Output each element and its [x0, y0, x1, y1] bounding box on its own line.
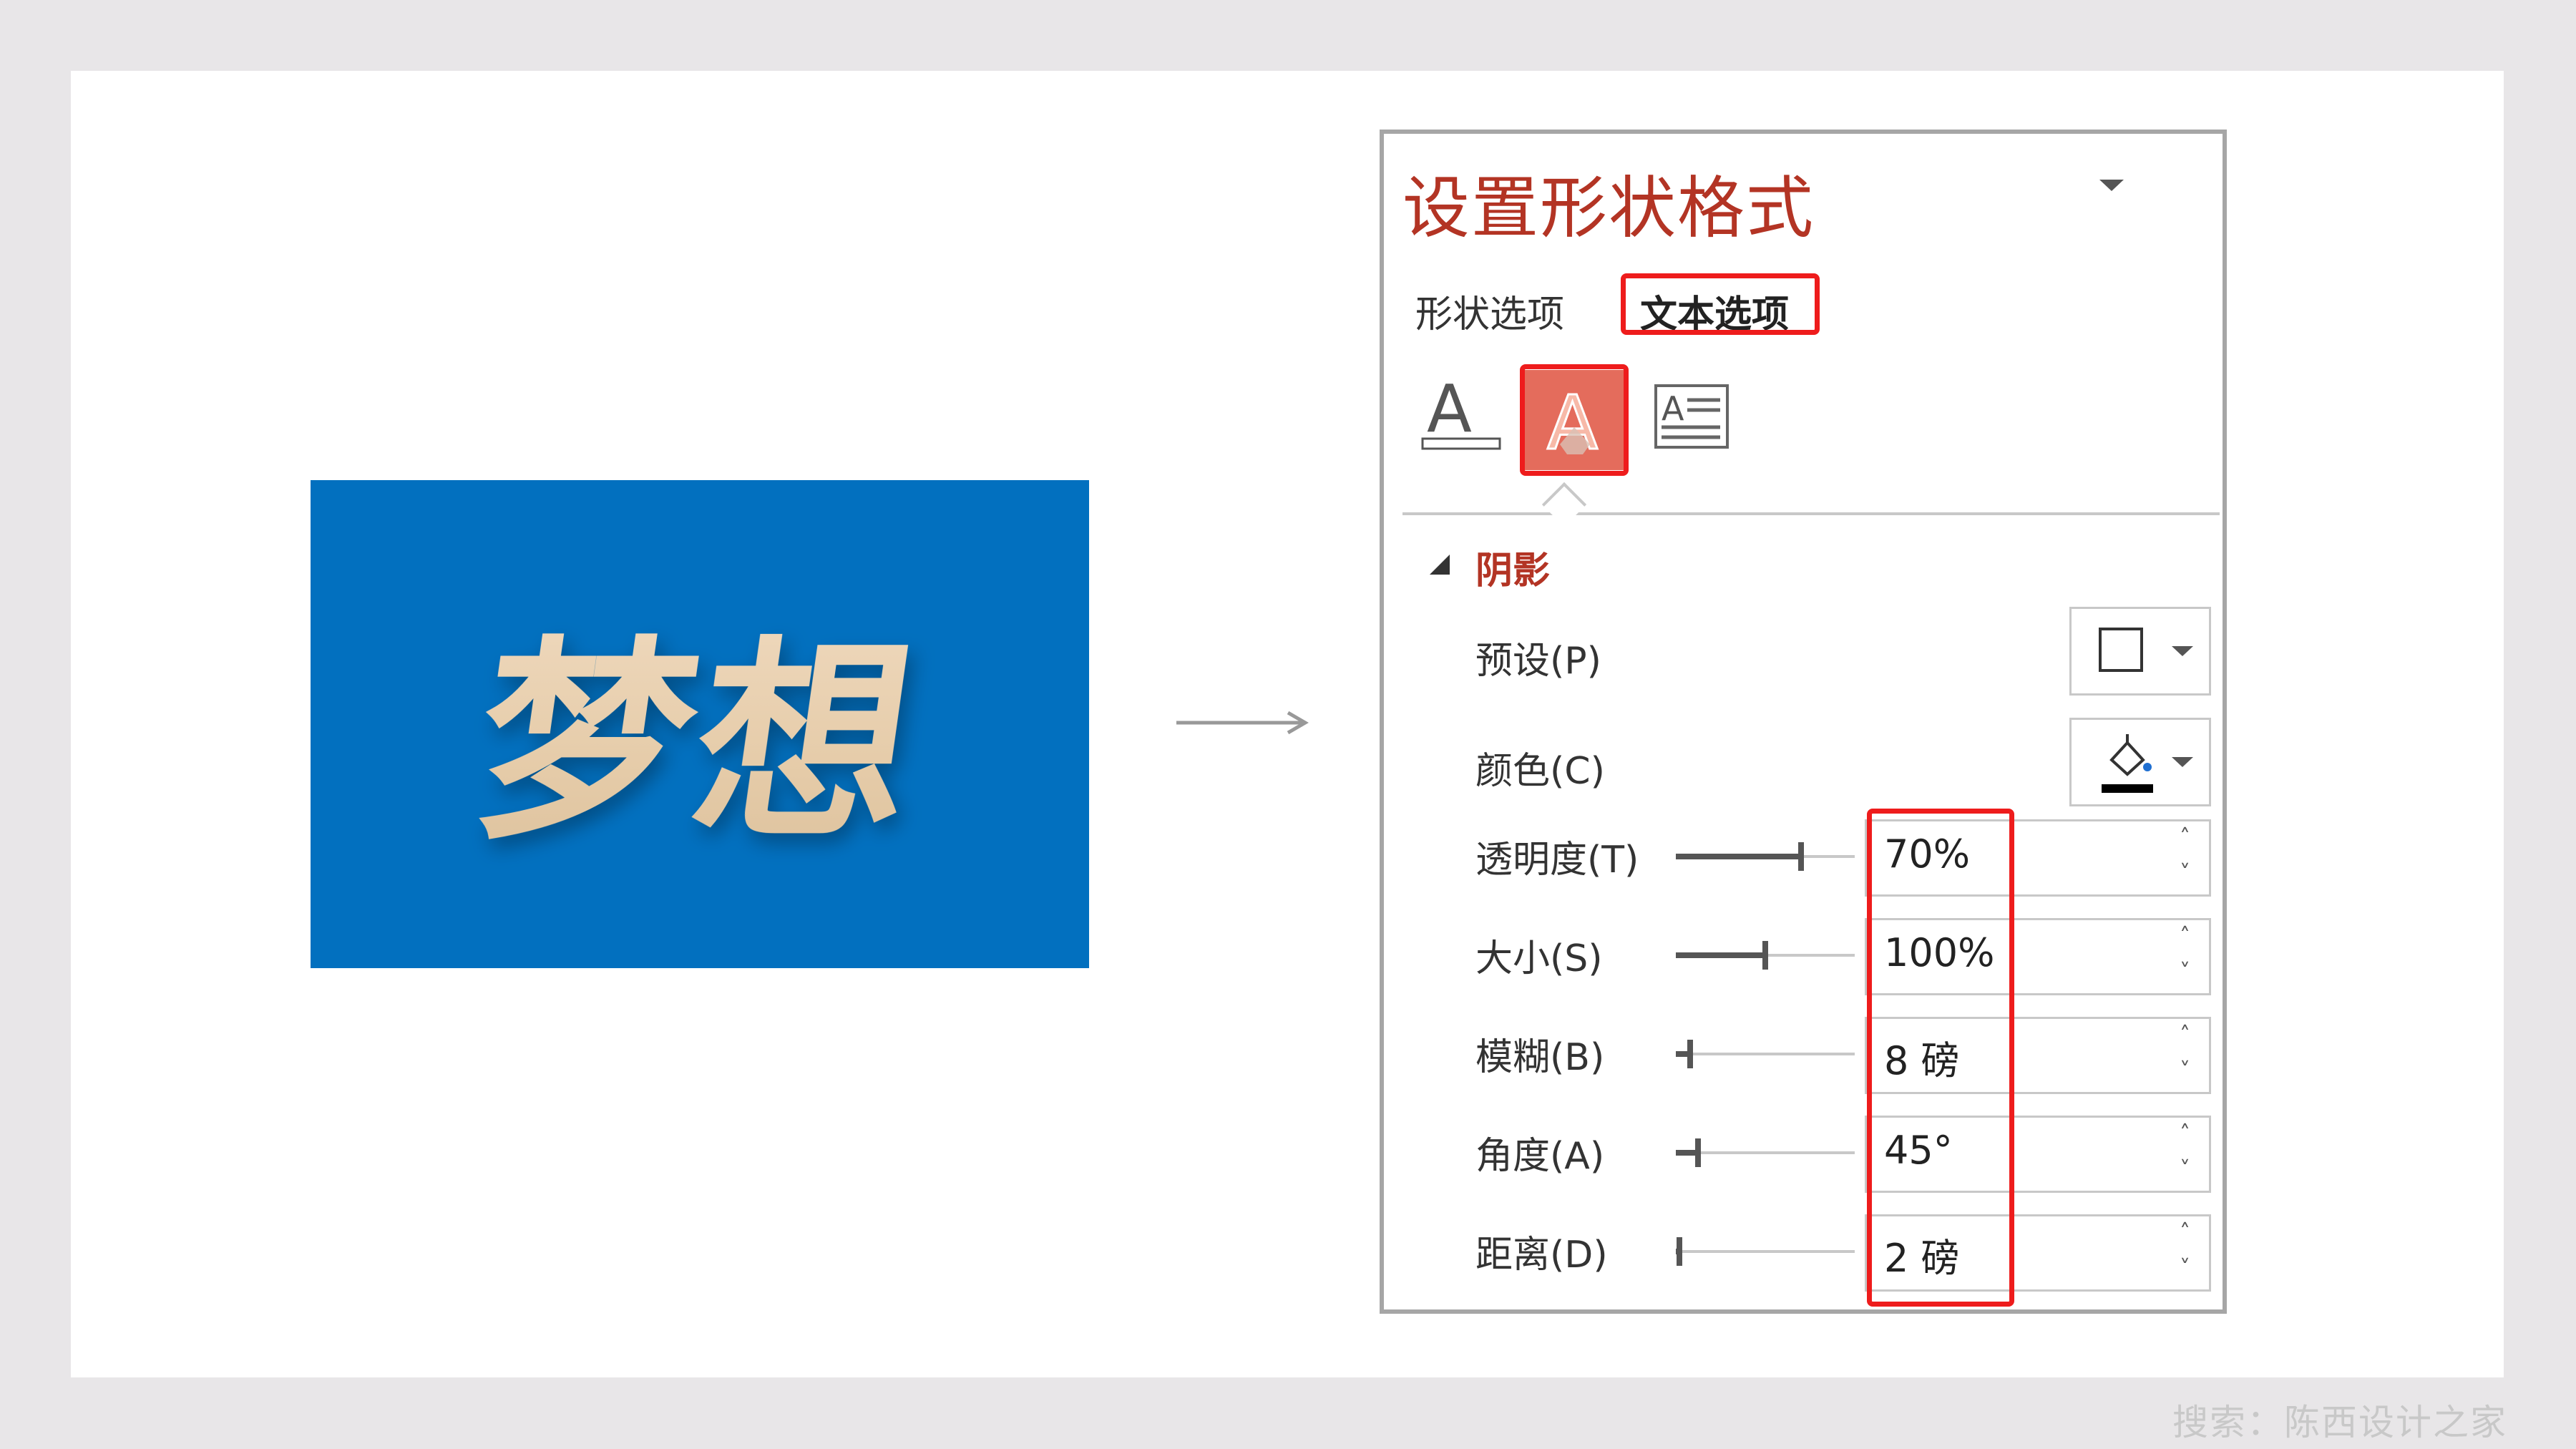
text-fill-outline-icon: A — [1421, 371, 1501, 450]
color-dropdown[interactable] — [2069, 718, 2211, 806]
textbox-button[interactable]: A — [1650, 370, 1743, 463]
chevron-up-icon[interactable]: ˄ — [2180, 1123, 2190, 1145]
slider-thumb[interactable] — [1762, 941, 1768, 970]
slider-track[interactable] — [1676, 1138, 1855, 1167]
chevron-up-icon[interactable]: ˄ — [2180, 1222, 2190, 1244]
panel-menu-caret-icon[interactable] — [2099, 180, 2124, 191]
highlight-values — [1867, 809, 2014, 1307]
svg-text:A: A — [1662, 389, 1684, 428]
color-label: 颜色(C) — [1475, 750, 1605, 793]
chevron-down-icon[interactable]: ˅ — [2180, 1159, 2190, 1181]
row-label: 模糊(B) — [1475, 1036, 1605, 1079]
chevron-down-icon[interactable]: ˅ — [2180, 863, 2190, 884]
chevron-down-icon[interactable]: ˅ — [2180, 1060, 2190, 1082]
preset-label: 预设(P) — [1475, 640, 1601, 683]
row-label: 大小(S) — [1475, 937, 1603, 980]
slider-track[interactable] — [1676, 941, 1855, 970]
chevron-down-icon — [2172, 757, 2193, 767]
chevron-down-icon[interactable]: ˅ — [2180, 962, 2190, 983]
row-label: 距离(D) — [1475, 1234, 1608, 1277]
row-label: 角度(A) — [1475, 1135, 1605, 1178]
chevron-down-icon — [2172, 646, 2193, 656]
slider-thumb[interactable] — [1798, 842, 1804, 871]
panel-divider — [1402, 512, 2220, 515]
footer-note: 搜索：陈西设计之家 — [2172, 1402, 2507, 1443]
slider-thumb[interactable] — [1695, 1138, 1702, 1167]
preset-dropdown[interactable] — [2069, 607, 2211, 696]
tab-shape-options[interactable]: 形状选项 — [1415, 284, 1564, 338]
slider-track[interactable] — [1676, 842, 1855, 871]
chevron-up-icon[interactable]: ˄ — [2180, 1025, 2190, 1046]
paint-bucket-icon — [2102, 734, 2153, 793]
slider-track[interactable] — [1676, 1040, 1855, 1068]
collapse-triangle-icon[interactable] — [1430, 555, 1450, 575]
square-outline-icon — [2099, 628, 2143, 672]
arrow-right-icon — [1176, 711, 1309, 735]
slider-track[interactable] — [1676, 1237, 1855, 1266]
chevron-up-icon[interactable]: ˄ — [2180, 827, 2190, 849]
panel-title: 设置形状格式 — [1402, 170, 1815, 248]
svg-text:A: A — [1427, 371, 1472, 447]
preview-image: 梦想 — [311, 480, 1089, 968]
text-fill-outline-button[interactable]: A — [1414, 370, 1507, 463]
format-shape-panel: 设置形状格式 形状选项 文本选项 A A A 阴影 预设(P) 颜色(C) 透明… — [1380, 130, 2227, 1314]
textbox-icon: A — [1654, 384, 1729, 449]
tab-pointer — [1541, 482, 1587, 527]
chevron-up-icon[interactable]: ˄ — [2180, 926, 2190, 947]
preview-text: 梦想 — [276, 480, 1123, 968]
slider-thumb[interactable] — [1677, 1237, 1682, 1266]
slider-fill — [1676, 854, 1801, 859]
section-title-shadow[interactable]: 阴影 — [1475, 540, 1550, 594]
highlight-text-effects — [1520, 364, 1629, 476]
slider-fill — [1676, 952, 1765, 958]
highlight-text-options — [1621, 273, 1820, 335]
chevron-down-icon[interactable]: ˅ — [2180, 1258, 2190, 1279]
row-label: 透明度(T) — [1475, 839, 1639, 882]
slider-thumb[interactable] — [1687, 1040, 1693, 1068]
